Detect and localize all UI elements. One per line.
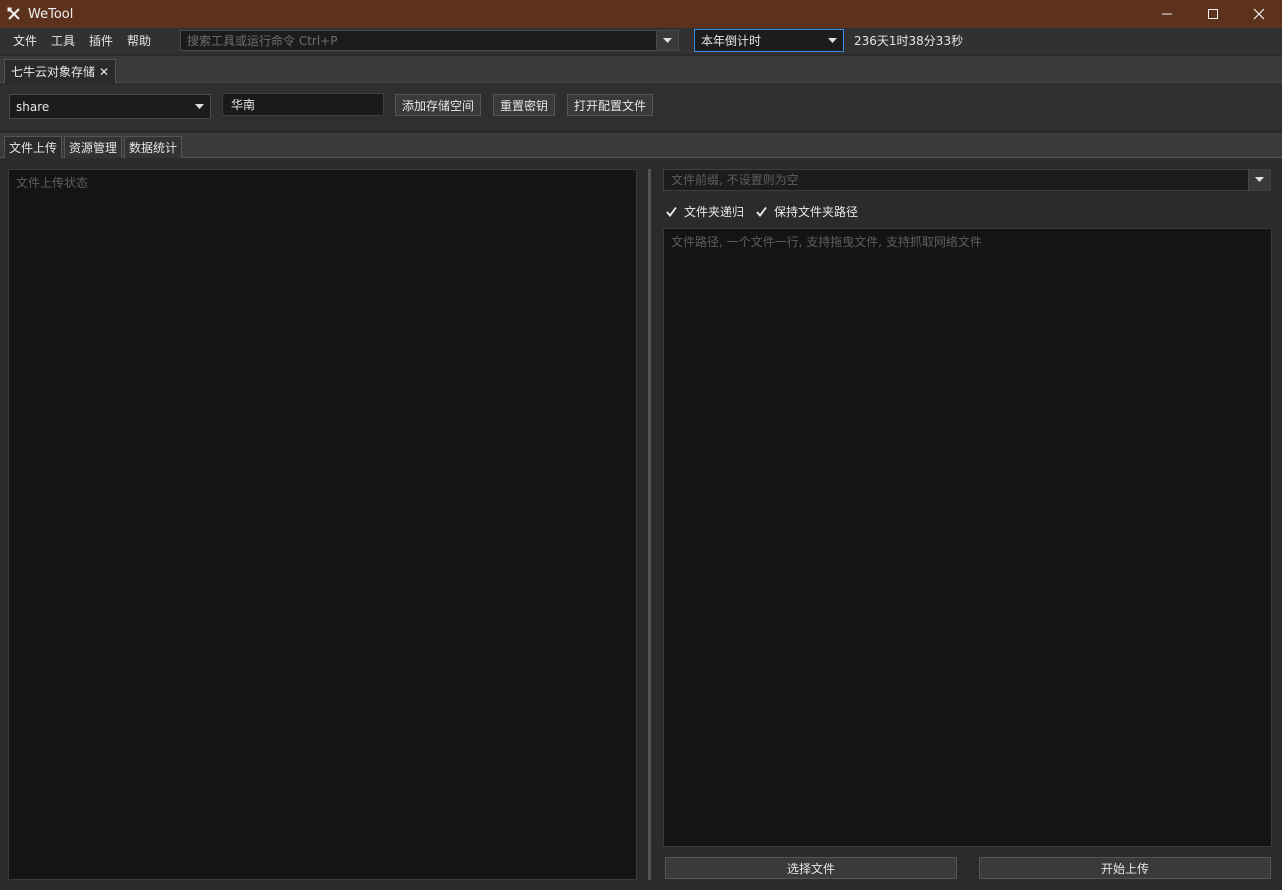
upload-panel: 文件夹递归 保持文件夹路径 选择文件 开始上传 [0,159,1282,890]
menu-help[interactable]: 帮助 [120,28,158,54]
open-config-button[interactable]: 打开配置文件 [567,94,653,116]
menu-plugins[interactable]: 插件 [82,28,120,54]
recursive-label: 文件夹递归 [684,204,745,219]
menu-bar: 文件 工具 插件 帮助 本年倒计时 236天1时38分33秒 [0,28,1282,54]
recursive-option[interactable]: 文件夹递归 [665,203,744,220]
reset-key-button[interactable]: 重置密钥 [493,94,555,116]
bucket-selected-label: share [16,99,50,114]
countdown-select[interactable]: 本年倒计时 [694,29,844,52]
add-bucket-button[interactable]: 添加存储空间 [395,94,481,116]
chevron-down-icon [195,103,204,109]
countdown-value: 236天1时38分33秒 [854,34,964,48]
tab-resource-management[interactable]: 资源管理 [64,136,123,158]
start-upload-button[interactable]: 开始上传 [979,857,1271,879]
close-icon[interactable] [1236,0,1282,28]
sub-tab-strip: 文件上传 资源管理 数据统计 [0,133,1282,158]
menu-tools[interactable]: 工具 [44,28,82,54]
storage-toolbar: share 添加存储空间 重置密钥 打开配置文件 [0,84,1282,130]
search-dropdown-button[interactable] [656,31,678,50]
tab-label: 七牛云对象存储 [11,65,96,79]
tab-file-upload[interactable]: 文件上传 [4,136,63,158]
prefix-input[interactable] [664,170,1248,190]
tab-qiniu-storage[interactable]: 七牛云对象存储 ✕ [4,59,117,83]
command-search [180,30,679,51]
checkmark-icon [756,206,767,217]
search-input[interactable] [181,31,656,50]
prefix-combo [663,169,1271,191]
menu-file[interactable]: 文件 [6,28,44,54]
tab-statistics[interactable]: 数据统计 [124,136,183,158]
countdown-selected-label: 本年倒计时 [701,34,762,48]
title-bar: WeTool [0,0,1282,28]
upload-status-area[interactable] [8,169,637,880]
window-controls [1144,0,1282,28]
keep-path-label: 保持文件夹路径 [774,204,859,219]
checkmark-icon [666,206,677,217]
minimize-icon[interactable] [1144,0,1190,28]
close-icon[interactable]: ✕ [99,65,109,79]
file-paths-area[interactable] [663,228,1272,847]
select-files-button[interactable]: 选择文件 [665,857,957,879]
window-title: WeTool [28,6,74,22]
plugin-tab-strip: 七牛云对象存储 ✕ [0,56,1282,83]
keep-path-option[interactable]: 保持文件夹路径 [755,203,858,220]
prefix-dropdown-button[interactable] [1248,170,1270,190]
keep-path-checkbox[interactable] [755,205,768,218]
splitter-handle[interactable] [648,169,651,880]
chevron-down-icon [663,37,672,43]
bucket-select[interactable]: share [9,94,211,119]
recursive-checkbox[interactable] [665,205,678,218]
upload-options: 文件夹递归 保持文件夹路径 [665,202,869,220]
maximize-icon[interactable] [1190,0,1236,28]
tools-icon [6,6,22,22]
region-field[interactable] [222,93,384,116]
chevron-down-icon [1255,177,1264,182]
chevron-down-icon [828,37,837,43]
